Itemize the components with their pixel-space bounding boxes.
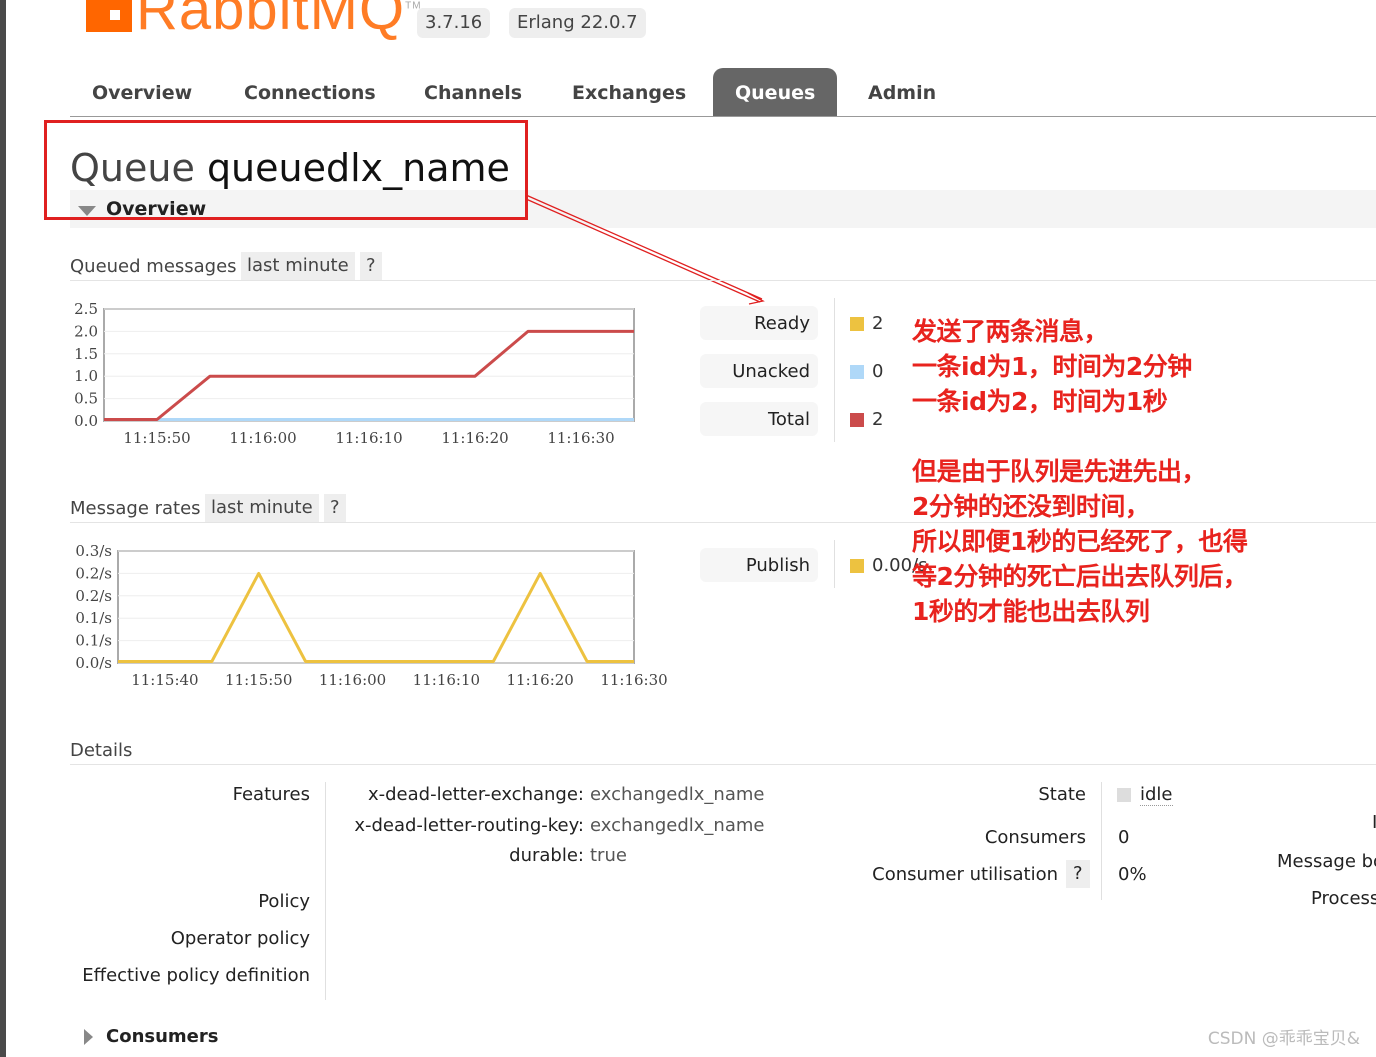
divider — [70, 280, 1376, 281]
x-tick-label: 11:16:00 — [229, 429, 296, 447]
y-tick-label: 0.0 — [74, 412, 98, 430]
rates-help-button[interactable]: ? — [324, 494, 346, 522]
x-tick-label: 11:16:10 — [335, 429, 402, 447]
state-label: State — [1038, 784, 1086, 805]
ready-color-swatch — [850, 317, 864, 331]
x-tick-label: 11:16:10 — [413, 671, 480, 689]
annotation-line: 2分钟的还没到时间， — [912, 492, 1150, 521]
annotation-line: 1秒的才能也出去队列 — [912, 597, 1150, 626]
state-value: idle — [1140, 784, 1173, 806]
queued-messages-chart: 0.0 0.5 1.0 1.5 2.0 2.5 11:15:50 11:16:00 11:16:… — [74, 300, 635, 447]
queued-range-selector[interactable]: last minute — [241, 252, 355, 280]
process-label: Process — [1311, 888, 1376, 909]
legend-total-label[interactable]: Total — [700, 402, 818, 436]
y-tick-label: 0.0/s — [75, 654, 112, 672]
queued-help-button[interactable]: ? — [360, 252, 382, 280]
annotation-line: 一条id为2，时间为1秒 — [912, 387, 1168, 416]
x-tick-label: 11:16:30 — [547, 429, 614, 447]
annotation-line: 一条id为1，时间为2分钟 — [912, 352, 1192, 381]
consumer-utilisation-label: Consumer utilisation — [872, 864, 1058, 885]
y-tick-label: 0.2/s — [75, 564, 112, 582]
features-label: Features — [232, 784, 310, 805]
y-tick-label: 1.0 — [74, 367, 98, 385]
x-tick-label: 11:15:50 — [225, 671, 292, 689]
operator-policy-label: Operator policy — [170, 928, 310, 949]
divider — [70, 764, 1376, 765]
feature-key: durable: — [509, 845, 584, 866]
y-tick-label: 2.5 — [74, 300, 98, 318]
unacked-color-swatch — [850, 365, 864, 379]
legend-unacked-label[interactable]: Unacked — [700, 354, 818, 388]
feature-key: x-dead-letter-exchange: — [367, 784, 584, 805]
consumer-utilisation-value: 0% — [1118, 864, 1147, 885]
consumers-section-title[interactable]: Consumers — [106, 1026, 218, 1047]
details-separator — [1101, 782, 1102, 900]
queued-messages-heading: Queued messages — [70, 256, 237, 277]
message-body-label: Message bo — [1277, 851, 1376, 872]
ready-value: 2 — [872, 313, 884, 334]
y-tick-label: 0.5 — [74, 390, 98, 408]
y-tick-label: 2.0 — [74, 322, 98, 340]
feature-key: x-dead-letter-routing-key: — [354, 815, 584, 836]
feature-value: exchangedlx_name — [590, 784, 765, 805]
consumers-value: 0 — [1118, 827, 1130, 848]
x-tick-label: 11:15:40 — [131, 671, 198, 689]
state-indicator-icon — [1117, 788, 1131, 802]
expand-triangle-icon[interactable] — [84, 1029, 93, 1045]
consumer-utilisation-help-button[interactable]: ? — [1066, 860, 1090, 888]
y-tick-label: 0.2/s — [75, 587, 112, 605]
feature-value: true — [590, 845, 627, 866]
annotation-line: 所以即便1秒的已经死了，也得 — [912, 527, 1248, 556]
x-tick-label: 11:16:20 — [441, 429, 508, 447]
details-separator — [325, 782, 326, 1000]
effective-policy-label: Effective policy definition — [82, 965, 310, 986]
watermark: CSDN @乖乖宝贝& — [1207, 1029, 1360, 1049]
message-rates-chart: 0.0/s 0.1/s 0.1/s 0.2/s 0.2/s 0.3/s 11:15:40 11… — [75, 542, 667, 689]
y-tick-label: 1.5 — [74, 345, 98, 363]
x-tick-label: 11:16:20 — [506, 671, 573, 689]
feature-value: exchangedlx_name — [590, 815, 765, 836]
total-value: 2 — [872, 409, 884, 430]
annotation-line: 但是由于队列是先进先出， — [912, 457, 1207, 486]
cut-label: I — [1372, 812, 1376, 833]
annotation-line: 等2分钟的死亡后出去队列后， — [912, 562, 1248, 591]
details-heading: Details — [70, 740, 133, 761]
legend-separator — [834, 540, 835, 588]
y-tick-label: 0.1/s — [75, 609, 112, 627]
y-tick-label: 0.1/s — [75, 632, 112, 650]
legend-publish-label[interactable]: Publish — [700, 548, 818, 582]
message-rates-heading: Message rates — [70, 498, 201, 519]
x-tick-label: 11:16:00 — [319, 671, 386, 689]
legend-separator — [834, 298, 835, 442]
consumers-label: Consumers — [984, 827, 1086, 848]
unacked-value: 0 — [872, 361, 884, 382]
x-tick-label: 11:16:30 — [600, 671, 667, 689]
rates-range-selector[interactable]: last minute — [205, 494, 319, 522]
x-tick-label: 11:15:50 — [123, 429, 190, 447]
total-color-swatch — [850, 413, 864, 427]
legend-ready-label[interactable]: Ready — [700, 306, 818, 340]
plot-area — [103, 308, 635, 422]
annotation-line: 发送了两条消息， — [912, 317, 1109, 346]
publish-color-swatch — [850, 559, 864, 573]
y-tick-label: 0.3/s — [75, 542, 112, 560]
policy-label: Policy — [258, 891, 310, 912]
